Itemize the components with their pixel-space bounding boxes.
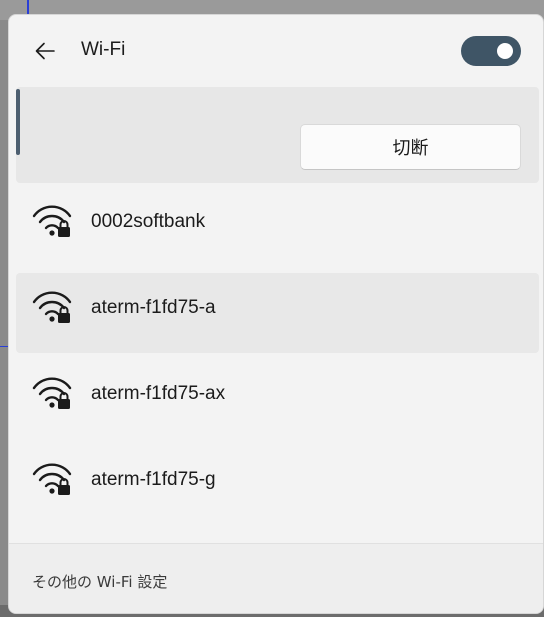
connected-network-section: 切断 [16,87,539,183]
arrow-left-icon [35,42,55,60]
disconnect-button[interactable]: 切断 [300,124,521,170]
network-list: 0002softbank aterm-f1fd75-a aterm-f1fd75… [16,187,539,531]
network-item[interactable]: aterm-f1fd75-a [16,273,539,353]
page-title: Wi-Fi [81,39,126,60]
network-name: aterm-f1fd75-a [91,297,216,318]
more-wifi-settings-link[interactable]: その他の Wi-Fi 設定 [32,571,167,592]
network-item[interactable]: aterm-f1fd75-ax [16,359,539,439]
network-name: aterm-f1fd75-g [91,469,216,490]
wifi-flyout-panel: Wi-Fi 切断 0002softbank aterm-f1fd75-a ate… [8,14,544,614]
back-button[interactable] [29,35,61,67]
wifi-toggle[interactable] [461,36,521,66]
toggle-knob [497,43,513,59]
network-item[interactable]: aterm-f1fd75-g [16,445,539,525]
flyout-footer: その他の Wi-Fi 設定 [9,543,543,613]
desktop-window-edge [27,0,29,14]
selection-indicator [16,89,20,155]
wifi-secured-icon [32,291,72,323]
network-name: aterm-f1fd75-ax [91,383,226,404]
flyout-header: Wi-Fi [9,15,543,87]
wifi-secured-icon [32,377,72,409]
network-item[interactable]: 0002softbank [16,187,539,267]
wifi-secured-icon [32,205,72,237]
wifi-secured-icon [32,463,72,495]
network-name: 0002softbank [91,211,206,232]
